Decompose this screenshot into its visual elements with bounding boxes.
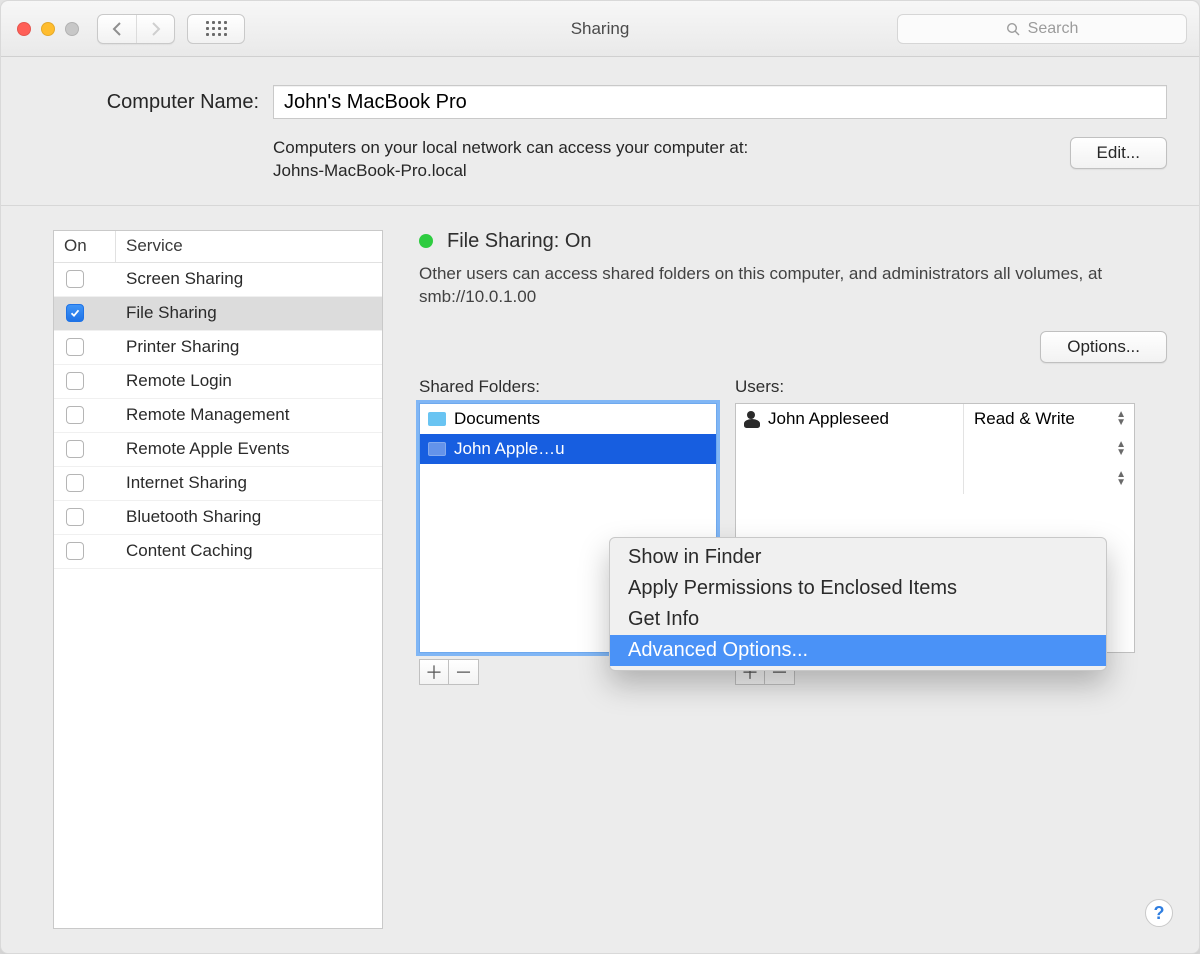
grid-icon <box>206 21 227 36</box>
service-list[interactable]: On Service Screen Sharing File Sharing Pri… <box>53 230 383 929</box>
permission-stepper-icon[interactable]: ▲▼ <box>1116 441 1126 457</box>
add-folder-button[interactable]: ＋ <box>419 659 449 685</box>
status-row: File Sharing: On <box>419 230 1167 253</box>
service-list-header: On Service <box>54 231 382 263</box>
col-header-service: Service <box>116 231 382 262</box>
service-name: Content Caching <box>116 541 382 561</box>
sharing-window: Sharing Search Computer Name: Computers … <box>0 0 1200 954</box>
status-title: File Sharing: On <box>447 230 592 253</box>
folder-row[interactable]: Documents <box>420 404 716 434</box>
options-button[interactable]: Options... <box>1040 331 1167 363</box>
service-row[interactable]: Content Caching <box>54 535 382 569</box>
all-prefs-button[interactable] <box>187 14 245 44</box>
users-label: Users: <box>735 377 1135 397</box>
service-rows: Screen Sharing File Sharing Printer Sharin… <box>54 263 382 928</box>
back-forward-segment <box>97 14 175 44</box>
user-row[interactable]: John AppleseedRead & Write▲▼ <box>736 404 1134 434</box>
back-button[interactable] <box>98 15 136 43</box>
status-indicator-icon <box>419 234 433 248</box>
service-name: Bluetooth Sharing <box>116 507 382 527</box>
service-checkbox[interactable] <box>66 270 84 288</box>
service-name: Remote Management <box>116 405 382 425</box>
chevron-right-icon <box>150 22 161 36</box>
folder-name: Documents <box>454 409 540 429</box>
forward-button[interactable] <box>136 15 174 43</box>
service-name: Internet Sharing <box>116 473 382 493</box>
computer-address-text: Computers on your local network can acce… <box>273 137 1070 183</box>
context-menu-item[interactable]: Get Info <box>610 604 1106 635</box>
search-placeholder: Search <box>1028 20 1079 38</box>
service-name: Remote Apple Events <box>116 439 382 459</box>
computer-name-section: Computer Name: Computers on your local n… <box>1 57 1199 206</box>
service-checkbox[interactable] <box>66 406 84 424</box>
context-menu-item[interactable]: Apply Permissions to Enclosed Items <box>610 573 1106 604</box>
service-checkbox[interactable] <box>66 508 84 526</box>
computer-name-input[interactable] <box>273 85 1167 119</box>
context-menu[interactable]: Show in FinderApply Permissions to Enclo… <box>609 537 1107 671</box>
service-checkbox[interactable] <box>66 542 84 560</box>
service-row[interactable]: Remote Management <box>54 399 382 433</box>
service-name: Screen Sharing <box>116 269 382 289</box>
service-checkbox[interactable] <box>66 440 84 458</box>
service-checkbox[interactable] <box>66 304 84 322</box>
help-button[interactable]: ? <box>1145 899 1173 927</box>
chevron-left-icon <box>112 22 123 36</box>
service-row[interactable]: Screen Sharing <box>54 263 382 297</box>
user-name-cell: John Appleseed <box>736 404 964 434</box>
folder-row[interactable]: John Apple…u <box>420 434 716 464</box>
service-checkbox[interactable] <box>66 474 84 492</box>
service-row[interactable]: File Sharing <box>54 297 382 331</box>
folder-icon <box>428 442 446 456</box>
service-row[interactable]: Bluetooth Sharing <box>54 501 382 535</box>
close-button[interactable] <box>17 22 31 36</box>
service-name: Remote Login <box>116 371 382 391</box>
search-icon <box>1006 22 1020 36</box>
edit-button[interactable]: Edit... <box>1070 137 1167 169</box>
user-permission-cell[interactable]: Read & Write▲▼ <box>964 409 1134 429</box>
zoom-button[interactable] <box>65 22 79 36</box>
search-field[interactable]: Search <box>897 14 1187 44</box>
context-menu-item[interactable]: Show in Finder <box>610 542 1106 573</box>
shared-folders-label: Shared Folders: <box>419 377 717 397</box>
folder-icon <box>428 412 446 426</box>
computer-name-label: Computer Name: <box>33 91 273 114</box>
titlebar: Sharing Search <box>1 1 1199 57</box>
service-row[interactable]: Printer Sharing <box>54 331 382 365</box>
remove-folder-button[interactable]: － <box>449 659 479 685</box>
service-row[interactable]: Internet Sharing <box>54 467 382 501</box>
service-name: File Sharing <box>116 303 382 323</box>
folder-name: John Apple…u <box>454 439 565 459</box>
service-row[interactable]: Remote Apple Events <box>54 433 382 467</box>
service-checkbox[interactable] <box>66 372 84 390</box>
status-description: Other users can access shared folders on… <box>419 263 1139 309</box>
window-controls <box>17 22 79 36</box>
permission-stepper-icon[interactable]: ▲▼ <box>1116 471 1126 487</box>
context-menu-item[interactable]: Advanced Options... <box>610 635 1106 666</box>
service-name: Printer Sharing <box>116 337 382 357</box>
service-row[interactable]: Remote Login <box>54 365 382 399</box>
service-checkbox[interactable] <box>66 338 84 356</box>
minimize-button[interactable] <box>41 22 55 36</box>
person-icon <box>744 411 760 427</box>
col-header-on: On <box>54 231 116 262</box>
toolbar-nav <box>97 14 245 44</box>
permission-stepper-icon[interactable]: ▲▼ <box>1116 411 1126 427</box>
